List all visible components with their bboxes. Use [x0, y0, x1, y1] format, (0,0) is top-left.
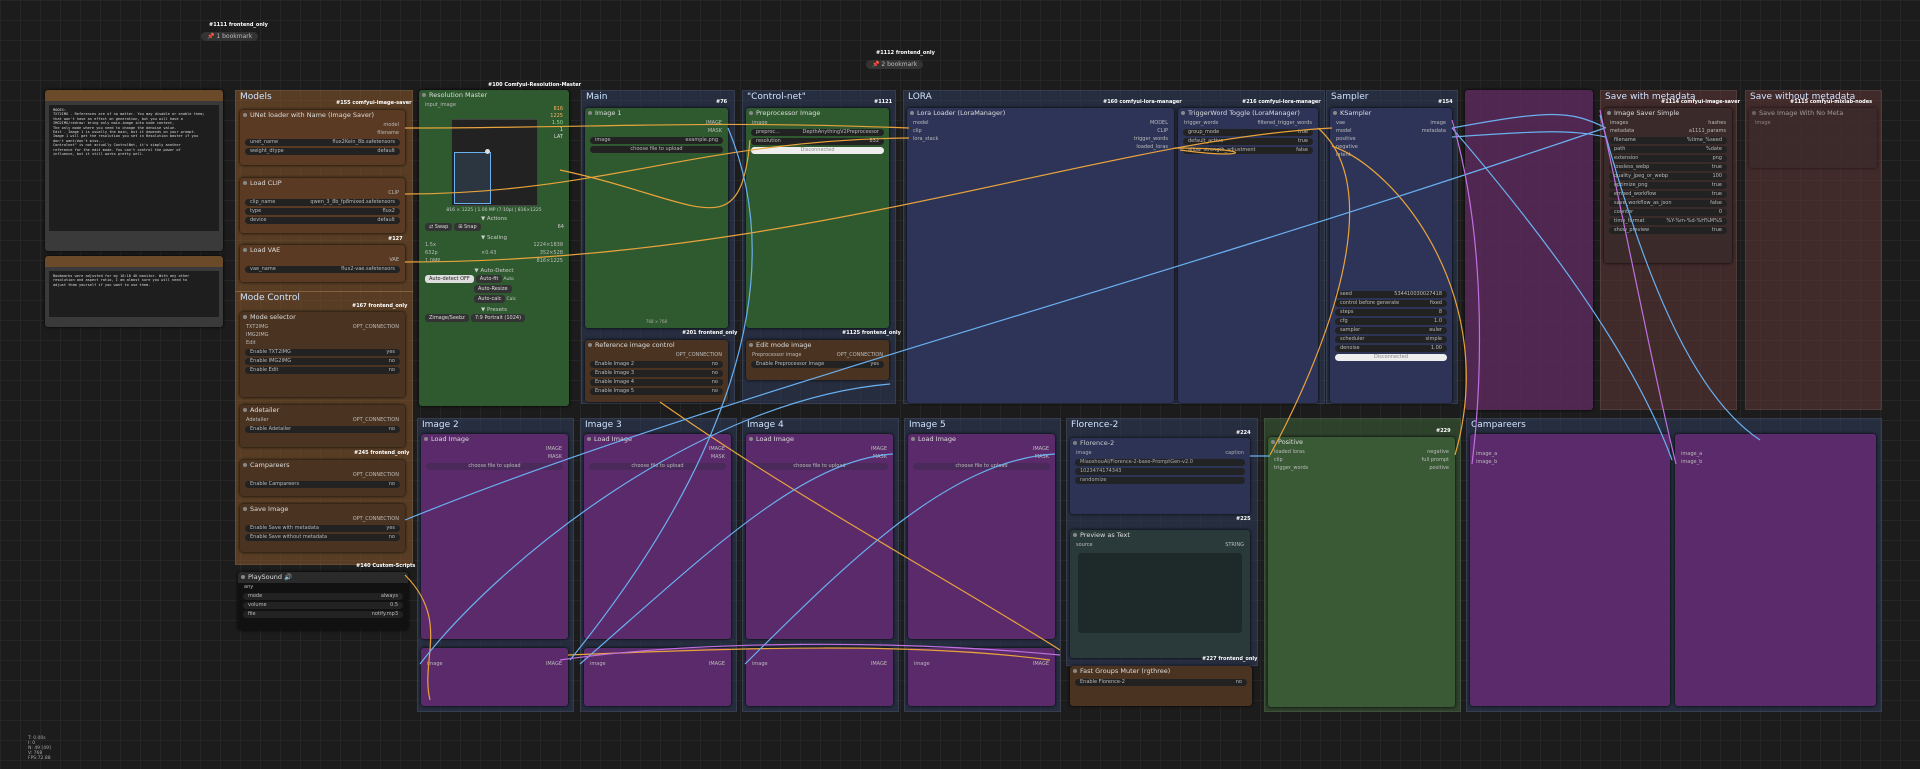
wire: [1599, 114, 1761, 441]
wire: [404, 123, 910, 129]
wire: [659, 401, 1061, 651]
wire: [1173, 147, 1237, 155]
wire: [1451, 113, 1607, 129]
wire: [579, 453, 894, 665]
wire: [567, 647, 1051, 661]
connection-wires: [404, 109, 1761, 701]
stat-fps: FPS:72.88: [28, 756, 51, 761]
wire: [559, 139, 751, 209]
wire: [404, 127, 1606, 521]
wire: [1331, 145, 1467, 456]
wire: [404, 137, 910, 195]
wire: [744, 453, 1056, 665]
perf-stats: T: 0.00s I: 0 N: 49 [49] V: 768 FPS:72.8…: [28, 736, 51, 761]
wire: [1451, 131, 1607, 138]
wire: [569, 127, 753, 661]
wire: [419, 383, 891, 665]
wire: [1269, 127, 1351, 456]
wire: [404, 574, 432, 701]
wire: [1599, 109, 1677, 465]
